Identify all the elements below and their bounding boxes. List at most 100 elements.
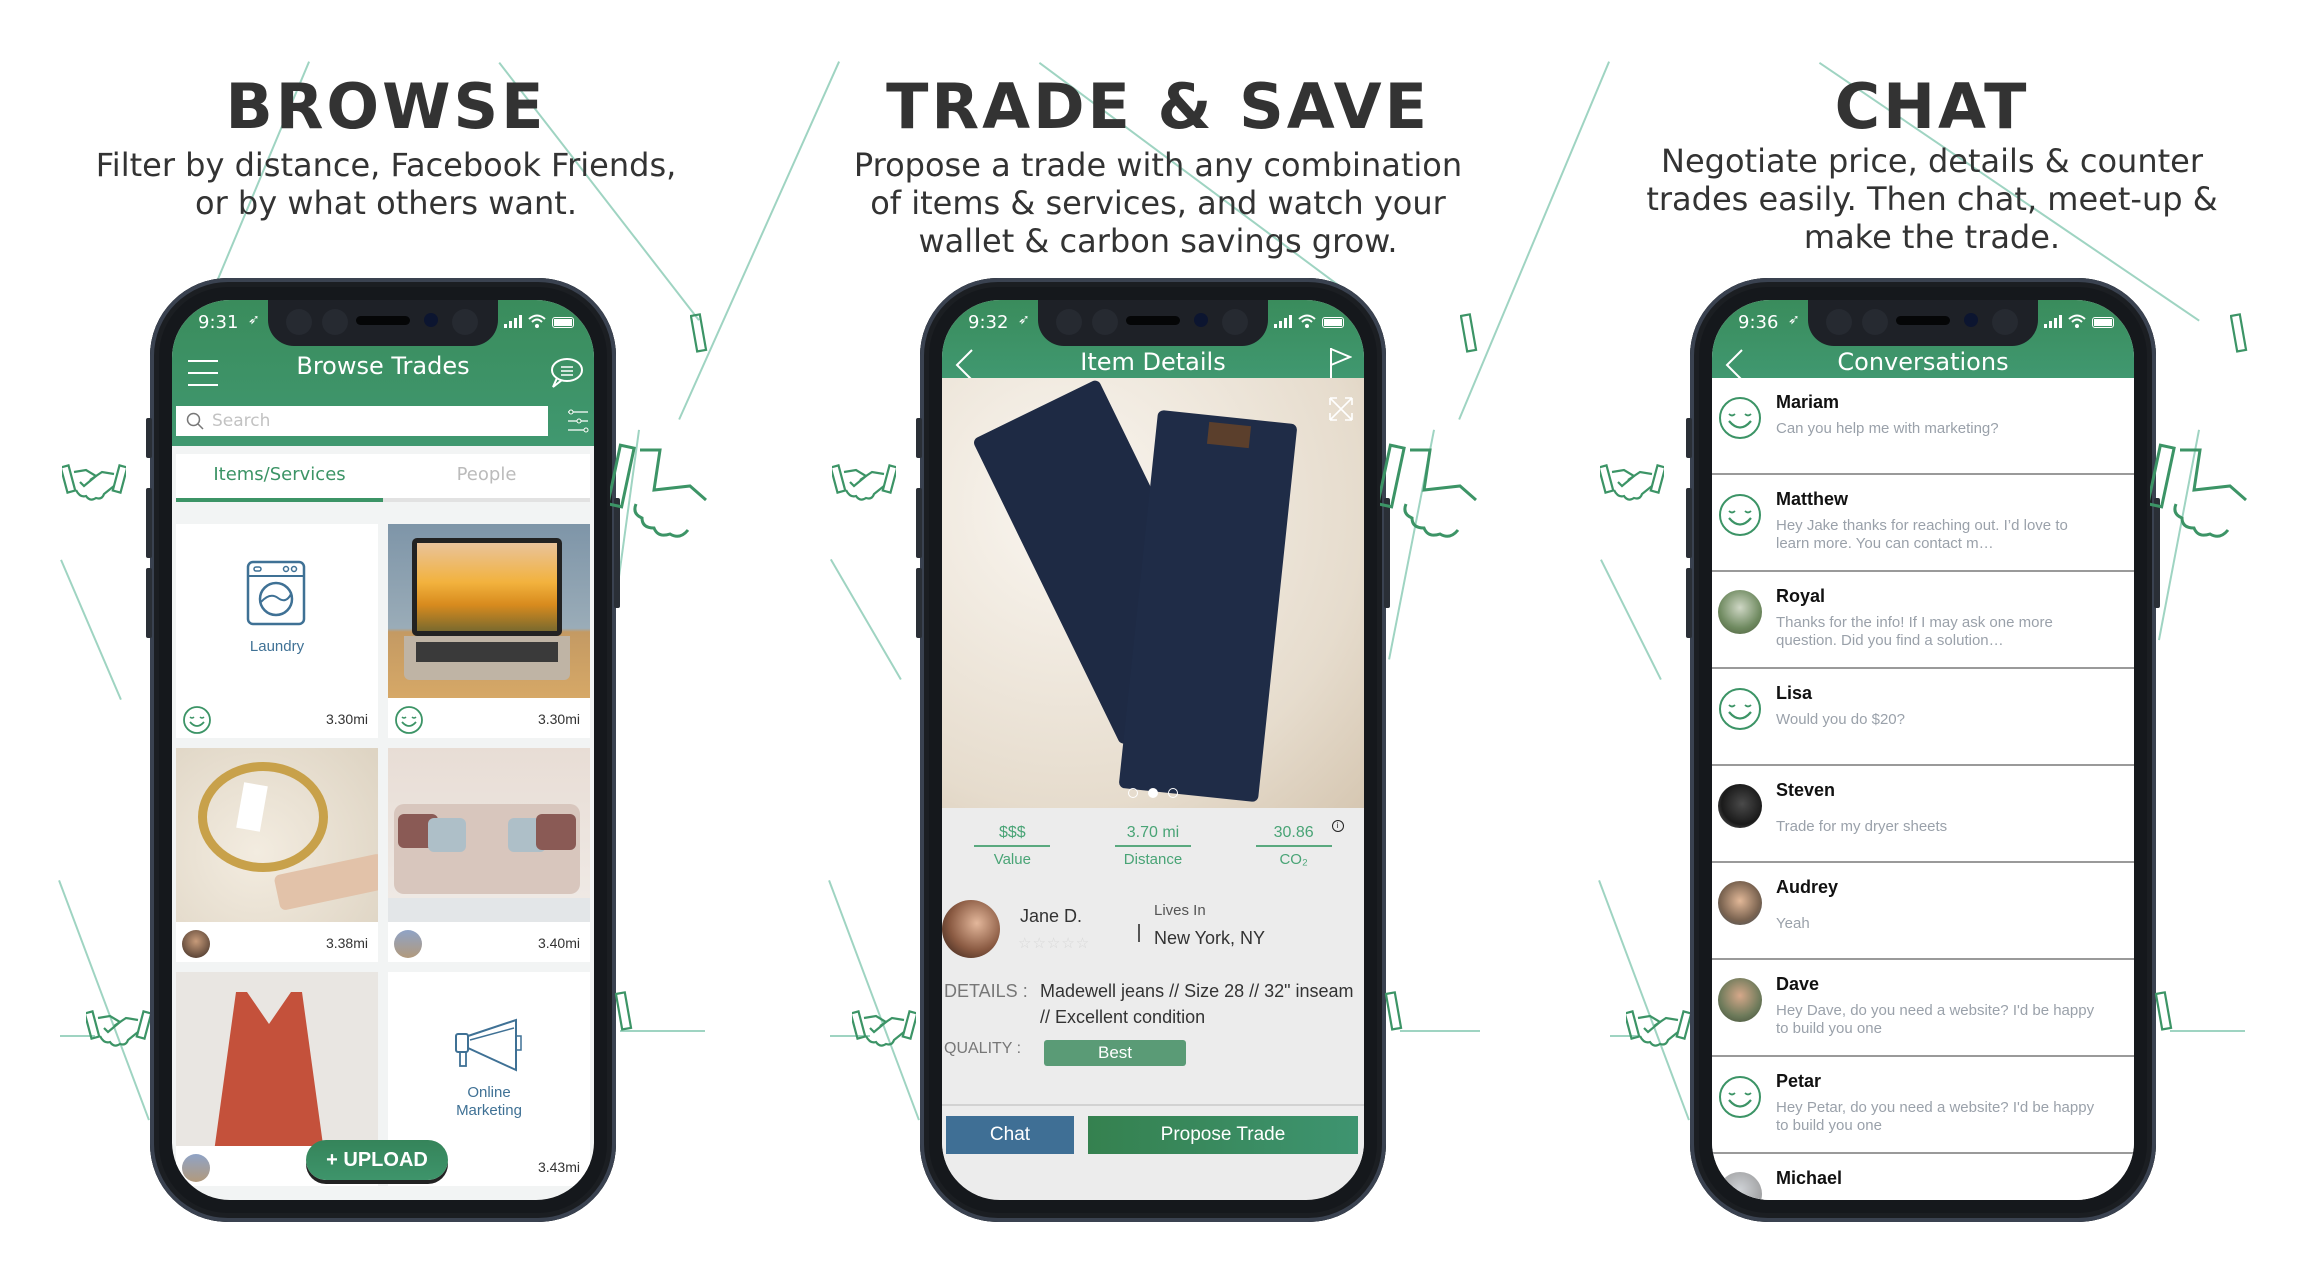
sofa-photo <box>388 748 590 922</box>
tab-bar: Items/Services People <box>176 454 590 502</box>
expand-icon[interactable] <box>1328 396 1354 422</box>
conversation-name: Steven <box>1776 780 1836 800</box>
tab-people[interactable]: People <box>383 454 590 502</box>
signal-icon <box>1274 315 1292 328</box>
battery-icon <box>1322 317 1344 328</box>
chat-button[interactable]: Chat <box>946 1116 1074 1154</box>
search-input[interactable] <box>212 411 512 431</box>
distance-label: 3.30mi <box>325 711 368 727</box>
handshake-icon <box>1459 312 1482 361</box>
quality-badge: Best <box>1044 1040 1186 1066</box>
handshake-icon <box>2146 440 2250 555</box>
conversation-list: Mariam Can you help me with marketing? Mat… <box>1712 378 2134 1200</box>
lives-in-label: Lives In <box>1154 902 1206 919</box>
handshake-icon <box>59 462 129 511</box>
user-avatar <box>1718 1172 1762 1200</box>
conversation-row[interactable]: Dave Hey Dave, do you need a website? I'd… <box>1712 960 2134 1057</box>
conversation-name: Audrey <box>1776 877 1839 897</box>
conversation-preview: Hey Petar, do you need a website? I'd be… <box>1776 1099 2095 1134</box>
user-avatar <box>1718 590 1762 634</box>
conversation-row[interactable]: Petar Hey Petar, do you need a website? I… <box>1712 1057 2134 1154</box>
handshake-icon <box>849 1008 919 1057</box>
page-dot[interactable] <box>1128 788 1138 798</box>
panel-subtitle: Filter by distance, Facebook Friends, or… <box>95 146 677 222</box>
service-label: Online Marketing <box>456 1084 522 1119</box>
bracelet-photo <box>176 748 378 922</box>
signal-icon <box>2044 315 2062 328</box>
page-indicator <box>942 788 1364 798</box>
wifi-icon <box>528 314 546 328</box>
sliders-icon[interactable] <box>566 408 590 434</box>
panel-subtitle: Propose a trade with any combination of … <box>853 146 1463 260</box>
conversation-row[interactable]: Steven Trade for my dryer sheets <box>1712 766 2134 863</box>
panel-title: TRADE & SAVE <box>886 70 1430 143</box>
stat-distance: 3.70 mi Distance <box>1114 824 1191 884</box>
tab-items-services[interactable]: Items/Services <box>176 454 383 502</box>
phone-conversations: 9:36 ➶ Conversations Mariam Can you help … <box>1686 278 2160 1222</box>
conversation-row[interactable]: Royal Thanks for the info! If I may ask o… <box>1712 572 2134 669</box>
stat-value: $$$ Value <box>974 824 1051 884</box>
screen-browse: 9:31 ➶ Browse Trades It <box>172 300 594 1200</box>
listing-card[interactable]: 3.40mi <box>388 748 590 962</box>
wifi-icon <box>2068 314 2086 328</box>
conversation-name: Mariam <box>1776 392 1840 412</box>
details-value: Madewell jeans // Size 28 // 32" inseam … <box>1040 981 1354 1027</box>
location-arrow-icon: ➶ <box>1018 312 1030 328</box>
listing-grid: Laundry 3.30mi 3.30mi 3.38mi 3.40mi Onli… <box>176 524 590 1186</box>
smiley-avatar-icon <box>1719 397 1761 439</box>
conversation-preview: Yeah <box>1776 915 1810 932</box>
conversation-preview: Can you help me with marketing? <box>1776 420 1999 437</box>
conversation-row[interactable]: Matthew Hey Jake thanks for reaching out.… <box>1712 475 2134 572</box>
app-store-promo: BROWSE Filter by distance, Facebook Frie… <box>0 0 2318 1282</box>
page-dot[interactable] <box>1168 788 1178 798</box>
wifi-icon <box>1298 314 1316 328</box>
search-bar[interactable] <box>176 406 548 436</box>
user-avatar <box>182 1154 210 1182</box>
phone-browse: 9:31 ➶ Browse Trades It <box>146 278 620 1222</box>
conversation-row[interactable]: Lisa Would you do $20? <box>1712 669 2134 766</box>
conversation-row[interactable]: Mariam Can you help me with marketing? <box>1712 378 2134 475</box>
conversation-name: Lisa <box>1776 683 1813 703</box>
status-time: 9:32 <box>968 312 1009 333</box>
action-bar: Chat Propose Trade <box>942 1104 1364 1178</box>
handshake-icon <box>1597 462 1667 511</box>
status-time: 9:31 <box>198 312 239 333</box>
location-arrow-icon: ➶ <box>1788 312 1800 328</box>
user-avatar <box>394 930 422 958</box>
propose-trade-button[interactable]: Propose Trade <box>1088 1116 1358 1154</box>
page-dot-active[interactable] <box>1148 788 1158 798</box>
notch <box>1808 300 2038 346</box>
conversation-preview: Trade for my dryer sheets <box>1776 818 1948 835</box>
details-label: DETAILS : <box>944 981 1028 1001</box>
seller-info[interactable]: Jane D. ☆☆☆☆☆ Lives In New York, NY <box>942 896 1364 962</box>
search-icon <box>186 412 204 430</box>
smiley-avatar-icon <box>1719 494 1761 536</box>
item-photo-carousel[interactable] <box>942 378 1364 808</box>
chat-bubble-icon[interactable] <box>548 356 584 390</box>
conversation-row[interactable]: Audrey Yeah <box>1712 863 2134 960</box>
listing-card[interactable]: 3.38mi <box>176 748 378 962</box>
flag-icon[interactable] <box>1328 346 1352 380</box>
laptop-photo <box>388 524 590 698</box>
conversation-preview: Hey Jake thanks for reaching out. I’d lo… <box>1776 517 2068 552</box>
header-title: Browse Trades <box>296 352 470 380</box>
handshake-icon <box>689 312 712 361</box>
location-arrow-icon: ➶ <box>248 312 260 328</box>
distance-label: 3.38mi <box>325 935 368 951</box>
handshake-icon <box>2229 312 2252 361</box>
screen-conversations: 9:36 ➶ Conversations Mariam Can you help … <box>1712 300 2134 1200</box>
listing-card[interactable]: Laundry 3.30mi <box>176 524 378 738</box>
conversation-row[interactable]: Michael <box>1712 1154 2134 1200</box>
megaphone-icon <box>455 1018 522 1072</box>
upload-button[interactable]: + UPLOAD <box>306 1140 448 1180</box>
seller-avatar <box>942 900 1000 958</box>
quality-label: QUALITY : <box>944 1040 1022 1057</box>
handshake-icon <box>614 990 637 1039</box>
info-icon[interactable]: i <box>1331 820 1344 832</box>
handshake-icon <box>829 462 899 511</box>
handshake-icon <box>1384 990 1407 1039</box>
washing-machine-icon <box>246 560 306 626</box>
handshake-icon <box>83 1008 153 1057</box>
listing-card[interactable]: 3.30mi <box>388 524 590 738</box>
distance-label: 3.43mi <box>537 1159 580 1175</box>
